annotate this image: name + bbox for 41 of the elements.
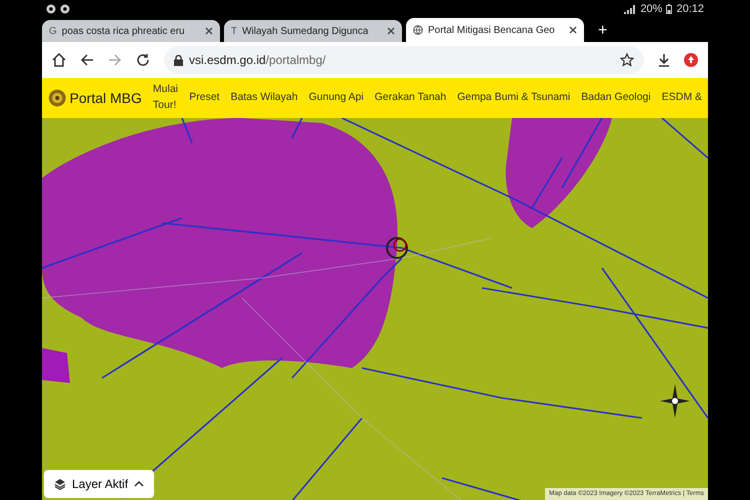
tab-favicon: G — [49, 24, 57, 38]
tab-favicon: T — [231, 24, 238, 38]
nav-link[interactable]: Gempa Bumi & Tsunami — [457, 90, 570, 106]
close-icon[interactable] — [569, 26, 577, 34]
tab-title: Portal Mitigasi Bencana Geo — [428, 24, 556, 38]
map-drawing[interactable] — [42, 118, 708, 500]
signal-icon — [624, 4, 636, 14]
tab-title: Wilayah Sumedang Digunca — [242, 24, 370, 38]
url-text: vsi.esdm.go.id/portalmbg/ — [189, 52, 326, 69]
back-arrow-icon[interactable] — [80, 53, 94, 67]
address-bar[interactable]: vsi.esdm.go.id/portalmbg/ — [164, 46, 644, 74]
globe-icon — [413, 25, 423, 35]
tab-title: poas costa rica phreatic eru — [62, 24, 186, 38]
nav-link[interactable]: Badan Geologi — [581, 90, 651, 106]
nav-link[interactable]: Gunung Api — [308, 90, 364, 106]
new-tab-button[interactable]: + — [588, 23, 618, 42]
site-brand[interactable]: Portal MBG — [70, 88, 142, 108]
layers-icon — [54, 478, 66, 490]
battery-icon — [666, 4, 672, 14]
nav-link[interactable]: ESDM & — [662, 90, 702, 106]
reload-icon[interactable] — [136, 53, 150, 67]
layer-toggle-button[interactable]: Layer Aktif — [44, 470, 154, 498]
nav-link[interactable]: Batas Wilayah — [230, 90, 298, 106]
download-icon[interactable] — [658, 53, 670, 67]
extension-icon[interactable] — [684, 53, 698, 67]
clock-time: 20:12 — [676, 2, 704, 17]
battery-percentage: 20% — [640, 2, 662, 17]
close-icon[interactable] — [205, 27, 213, 35]
nav-link[interactable]: Gerakan Tanah — [374, 90, 446, 106]
browser-tab[interactable]: G poas costa rica phreatic eru — [42, 20, 220, 42]
nav-link[interactable]: Preset — [189, 90, 220, 106]
home-icon[interactable] — [52, 53, 66, 67]
browser-tab[interactable]: T Wilayah Sumedang Digunca — [224, 20, 402, 42]
nav-link[interactable]: Mulai Tour! — [152, 82, 178, 114]
browser-tab[interactable]: Portal Mitigasi Bencana Geo — [406, 18, 584, 42]
close-icon[interactable] — [387, 27, 395, 35]
star-icon[interactable] — [620, 53, 634, 67]
caret-icon — [134, 481, 144, 487]
compass-icon — [660, 384, 690, 418]
logo-emblem-icon — [48, 87, 67, 109]
lock-icon — [174, 54, 183, 66]
